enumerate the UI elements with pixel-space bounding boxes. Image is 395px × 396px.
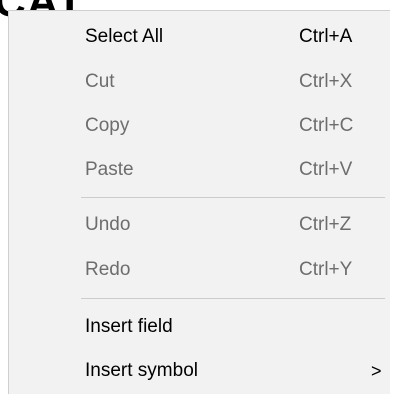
menu-separator bbox=[81, 197, 385, 198]
menu-item-label: Redo bbox=[85, 259, 131, 280]
menu-item-label: Select All bbox=[85, 26, 164, 47]
chevron-right-icon: > bbox=[371, 361, 382, 381]
menu-item-shortcut: Ctrl+V bbox=[299, 159, 353, 180]
menu-item-paste: Paste Ctrl+V bbox=[85, 147, 385, 193]
menu-item-shortcut: Ctrl+Z bbox=[299, 214, 352, 235]
menu-item-cut: Cut Ctrl+X bbox=[85, 59, 385, 105]
menu-item-label: Insert symbol bbox=[85, 360, 198, 381]
context-menu: Select All Ctrl+A Cut Ctrl+X Copy Ctrl+C… bbox=[8, 10, 390, 394]
menu-item-shortcut: Ctrl+Y bbox=[299, 259, 353, 280]
menu-item-copy: Copy Ctrl+C bbox=[85, 103, 385, 149]
menu-item-label: Insert field bbox=[85, 316, 173, 337]
menu-item-label: Cut bbox=[85, 71, 115, 92]
menu-item-redo: Redo Ctrl+Y bbox=[85, 247, 385, 293]
menu-item-label: Copy bbox=[85, 115, 130, 136]
menu-separator bbox=[81, 298, 385, 299]
menu-item-shortcut: Ctrl+X bbox=[299, 71, 353, 92]
menu-item-label: Paste bbox=[85, 159, 134, 180]
menu-item-shortcut: Ctrl+A bbox=[299, 26, 353, 47]
menu-item-insert-symbol[interactable]: Insert symbol > bbox=[85, 348, 385, 394]
menu-item-shortcut: Ctrl+C bbox=[299, 115, 354, 136]
menu-item-undo: Undo Ctrl+Z bbox=[85, 202, 385, 248]
menu-item-label: Undo bbox=[85, 214, 131, 235]
menu-item-select-all[interactable]: Select All Ctrl+A bbox=[85, 14, 385, 60]
menu-item-insert-field[interactable]: Insert field bbox=[85, 304, 385, 350]
